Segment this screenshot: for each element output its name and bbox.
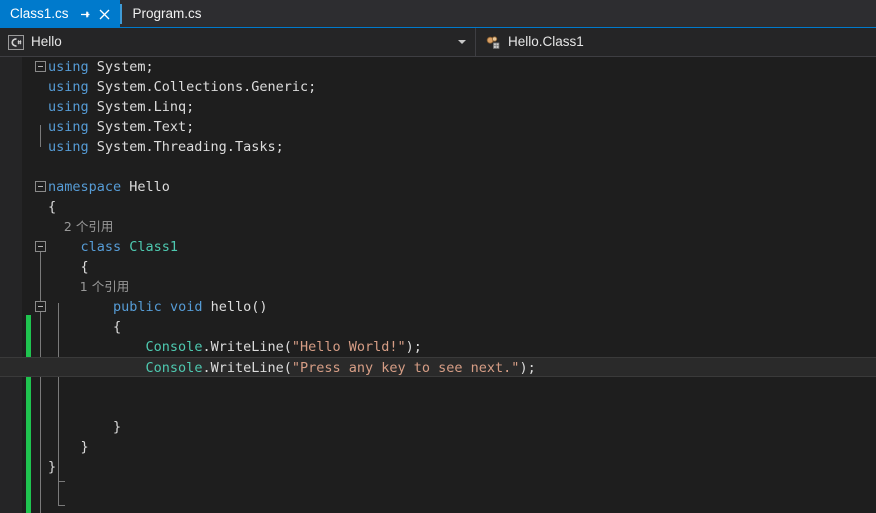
chevron-down-icon[interactable] bbox=[458, 40, 466, 44]
code-token: using bbox=[48, 59, 89, 75]
code-token: public bbox=[113, 299, 162, 315]
code-token: void bbox=[169, 299, 203, 315]
codelens-references[interactable]: 1 个引用 bbox=[48, 279, 129, 294]
code-line[interactable]: using System.Collections.Generic; bbox=[0, 77, 876, 97]
code-token: using bbox=[48, 99, 89, 115]
code-token: Console bbox=[145, 360, 203, 376]
code-line[interactable]: { bbox=[0, 197, 876, 217]
code-token: { bbox=[48, 259, 89, 275]
navigation-bar: Hello Hello.Class1 bbox=[0, 28, 876, 57]
fold-toggle-icon[interactable] bbox=[35, 181, 46, 192]
code-token: ); bbox=[519, 360, 536, 376]
code-token: hello() bbox=[202, 299, 268, 315]
code-token: System.Text; bbox=[88, 119, 195, 135]
code-line[interactable]: namespace Hello bbox=[0, 177, 876, 197]
fold-toggle-icon[interactable] bbox=[35, 301, 46, 312]
code-token: "Press any key to see next." bbox=[291, 360, 520, 376]
class-dropdown[interactable]: Hello.Class1 bbox=[476, 28, 876, 56]
code-token: } bbox=[48, 439, 89, 455]
code-token: .WriteLine( bbox=[202, 339, 292, 355]
class-label: Hello.Class1 bbox=[508, 34, 584, 49]
code-token: using bbox=[48, 119, 89, 135]
code-line[interactable]: using System.Threading.Tasks; bbox=[0, 137, 876, 157]
code-token: { bbox=[48, 199, 57, 215]
code-token: using bbox=[48, 79, 89, 95]
code-token: System.Collections.Generic; bbox=[88, 79, 317, 95]
code-token: } bbox=[48, 419, 122, 435]
editor-tab-strip: Class1.cs Program.cs bbox=[0, 0, 876, 28]
code-token: class bbox=[80, 239, 122, 255]
code-token: System; bbox=[88, 59, 154, 75]
pin-icon[interactable] bbox=[78, 8, 91, 21]
code-token: Class1 bbox=[129, 239, 179, 255]
csharp-file-icon bbox=[8, 34, 24, 50]
code-line[interactable]: } bbox=[0, 457, 876, 477]
code-line[interactable]: 1 个引用 bbox=[0, 277, 876, 297]
code-line[interactable]: 2 个引用 bbox=[0, 217, 876, 237]
code-line[interactable]: { bbox=[0, 257, 876, 277]
code-token: .WriteLine( bbox=[202, 360, 292, 376]
namespace-label: Hello bbox=[31, 34, 62, 49]
code-editor[interactable]: using System; using System.Collections.Ge… bbox=[0, 57, 876, 513]
code-line[interactable] bbox=[0, 377, 876, 397]
code-token: System.Threading.Tasks; bbox=[88, 139, 284, 155]
code-line[interactable]: Console.WriteLine("Press any key to see … bbox=[0, 357, 876, 377]
close-icon[interactable] bbox=[98, 8, 111, 21]
code-line[interactable]: class Class1 bbox=[0, 237, 876, 257]
tab-program-cs[interactable]: Program.cs bbox=[119, 0, 211, 28]
code-token: } bbox=[48, 459, 57, 475]
code-token: Hello bbox=[121, 179, 170, 195]
code-token: namespace bbox=[48, 179, 122, 195]
code-line[interactable]: { bbox=[0, 317, 876, 337]
code-lines-container[interactable]: using System; using System.Collections.Ge… bbox=[0, 57, 876, 513]
code-line[interactable]: using System.Linq; bbox=[0, 97, 876, 117]
codelens-references[interactable]: 2 个引用 bbox=[48, 219, 113, 234]
code-token: ); bbox=[405, 339, 422, 355]
code-line[interactable] bbox=[0, 157, 876, 177]
code-line[interactable]: } bbox=[0, 417, 876, 437]
fold-toggle-icon[interactable] bbox=[35, 61, 46, 72]
tab-label: Program.cs bbox=[132, 6, 202, 21]
code-line[interactable] bbox=[0, 397, 876, 417]
tab-class1-cs[interactable]: Class1.cs bbox=[0, 0, 120, 28]
code-line[interactable]: } bbox=[0, 437, 876, 457]
code-token: { bbox=[48, 319, 122, 335]
code-token: Console bbox=[145, 339, 203, 355]
code-line[interactable]: using System; bbox=[0, 57, 876, 77]
class-member-icon bbox=[485, 35, 501, 50]
code-token: using bbox=[48, 139, 89, 155]
fold-toggle-icon[interactable] bbox=[35, 241, 46, 252]
tab-label: Class1.cs bbox=[10, 6, 69, 21]
namespace-dropdown[interactable]: Hello bbox=[0, 28, 476, 56]
code-line[interactable]: using System.Text; bbox=[0, 117, 876, 137]
code-line[interactable]: public void hello() bbox=[0, 297, 876, 317]
code-line[interactable]: Console.WriteLine("Hello World!"); bbox=[0, 337, 876, 357]
code-token: "Hello World!" bbox=[291, 339, 406, 355]
code-token: System.Linq; bbox=[88, 99, 195, 115]
